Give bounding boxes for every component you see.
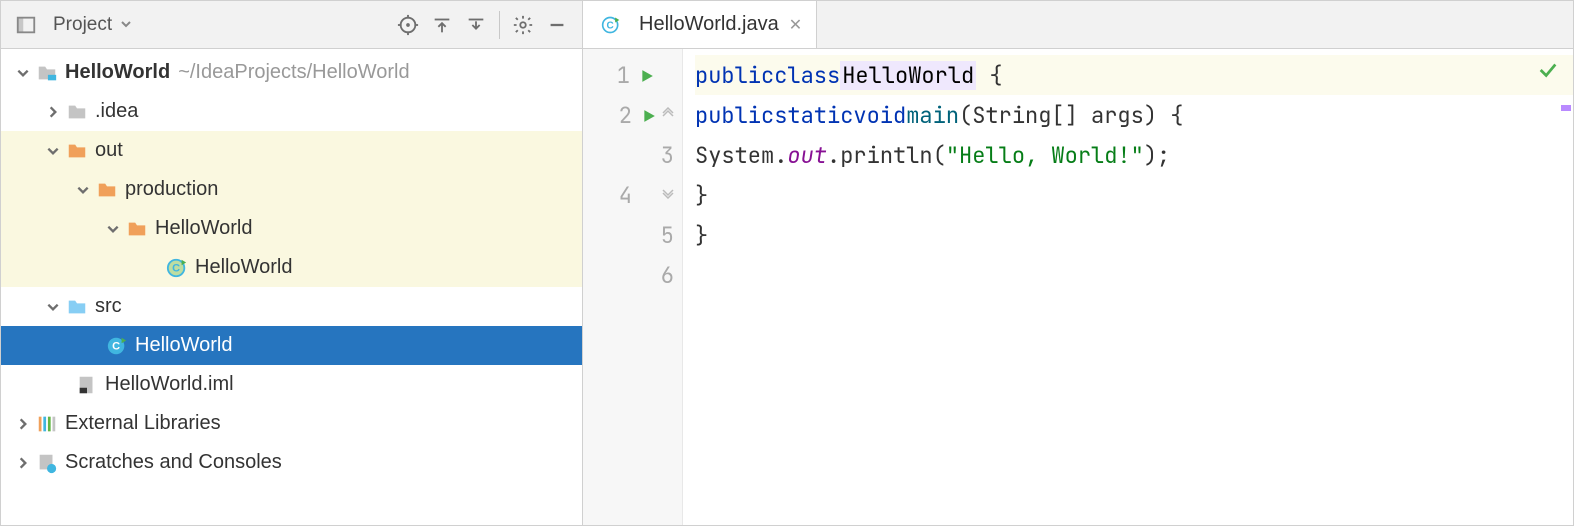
tree-production-folder[interactable]: production [1, 170, 582, 209]
code-line: System.out.println("Hello, World!"); [695, 135, 1573, 175]
tree-label: out [95, 139, 123, 162]
folder-icon [95, 178, 119, 202]
run-icon[interactable] [642, 101, 656, 130]
folder-icon [65, 139, 89, 163]
tab-label: HelloWorld.java [639, 13, 779, 36]
class-run-icon: C [105, 334, 129, 358]
tab-helloworld[interactable]: C HelloWorld.java ✕ [583, 1, 817, 48]
code-area[interactable]: public class HelloWorld { public static … [683, 49, 1573, 525]
tree-hw-class-file[interactable]: C HelloWorld [1, 248, 582, 287]
line-number: 6 [650, 261, 674, 290]
line-number: 5 [650, 221, 674, 250]
chevron-right-icon [13, 417, 33, 431]
chevron-down-icon [120, 14, 132, 35]
project-label: Project [53, 14, 112, 36]
code-line: public class HelloWorld { [695, 55, 1573, 95]
code-line: } [695, 175, 1573, 215]
chevron-down-icon [103, 222, 123, 236]
tree-label: .idea [95, 100, 138, 123]
tree-label: HelloWorld [65, 61, 170, 84]
tree-label: HelloWorld.iml [105, 373, 234, 396]
scratches-icon [35, 451, 59, 475]
tree-label: Scratches and Consoles [65, 451, 282, 474]
chevron-right-icon [13, 456, 33, 470]
line-number: 2 [608, 101, 632, 130]
tree-label: HelloWorld [155, 217, 252, 240]
tree-label: src [95, 295, 122, 318]
gear-icon[interactable] [506, 8, 540, 42]
project-view-icon[interactable] [9, 8, 43, 42]
svg-text:C: C [172, 262, 180, 274]
folder-icon [65, 100, 89, 124]
tree-external-libs[interactable]: External Libraries [1, 404, 582, 443]
tree-label: HelloWorld [195, 256, 292, 279]
minimize-icon[interactable] [540, 8, 574, 42]
line-number: 1 [606, 61, 630, 90]
line-number: 3 [650, 141, 674, 170]
fold-icon[interactable] [662, 106, 674, 124]
tree-iml-file[interactable]: HelloWorld.iml [1, 365, 582, 404]
chevron-down-icon [13, 66, 33, 80]
module-folder-icon [35, 61, 59, 85]
code-line [695, 255, 1573, 295]
target-icon[interactable] [391, 8, 425, 42]
tree-label: External Libraries [65, 412, 221, 435]
expand-all-icon[interactable] [425, 8, 459, 42]
chevron-right-icon [43, 105, 63, 119]
tree-root[interactable]: HelloWorld ~/IdeaProjects/HelloWorld [1, 53, 582, 92]
tree-hw-out-folder[interactable]: HelloWorld [1, 209, 582, 248]
run-icon[interactable] [640, 61, 654, 90]
tree-idea-folder[interactable]: .idea [1, 92, 582, 131]
iml-file-icon [75, 373, 99, 397]
class-run-icon: C [599, 13, 623, 37]
collapse-all-icon[interactable] [459, 8, 493, 42]
code-editor[interactable]: 1 2 3 4 5 6 public cla [583, 49, 1573, 525]
tree-hw-src-file[interactable]: C HelloWorld [1, 326, 582, 365]
class-run-icon: C [165, 256, 189, 280]
tree-label: HelloWorld [135, 334, 232, 357]
editor-gutter: 1 2 3 4 5 6 [583, 49, 683, 525]
tree-out-folder[interactable]: out [1, 131, 582, 170]
library-icon [35, 412, 59, 436]
chevron-down-icon [43, 144, 63, 158]
source-folder-icon [65, 295, 89, 319]
close-icon[interactable]: ✕ [789, 15, 802, 35]
project-tree: HelloWorld ~/IdeaProjects/HelloWorld .id… [1, 49, 582, 525]
tree-label: production [125, 178, 218, 201]
tree-path: ~/IdeaProjects/HelloWorld [178, 61, 409, 84]
fold-icon[interactable] [662, 186, 674, 204]
chevron-down-icon [73, 183, 93, 197]
error-stripe-marker[interactable] [1561, 105, 1571, 111]
line-number: 4 [608, 181, 632, 210]
project-toolbar: Project [1, 1, 582, 49]
tree-scratches[interactable]: Scratches and Consoles [1, 443, 582, 482]
svg-text:C: C [607, 20, 614, 31]
checkmark-icon[interactable] [1537, 59, 1559, 88]
code-line: public static void main(String[] args) { [695, 95, 1573, 135]
folder-icon [125, 217, 149, 241]
editor-tabs: C HelloWorld.java ✕ [583, 1, 1573, 49]
project-dropdown[interactable]: Project [47, 14, 132, 36]
svg-text:C: C [112, 340, 120, 352]
code-line: } [695, 215, 1573, 255]
tree-src-folder[interactable]: src [1, 287, 582, 326]
chevron-down-icon [43, 300, 63, 314]
